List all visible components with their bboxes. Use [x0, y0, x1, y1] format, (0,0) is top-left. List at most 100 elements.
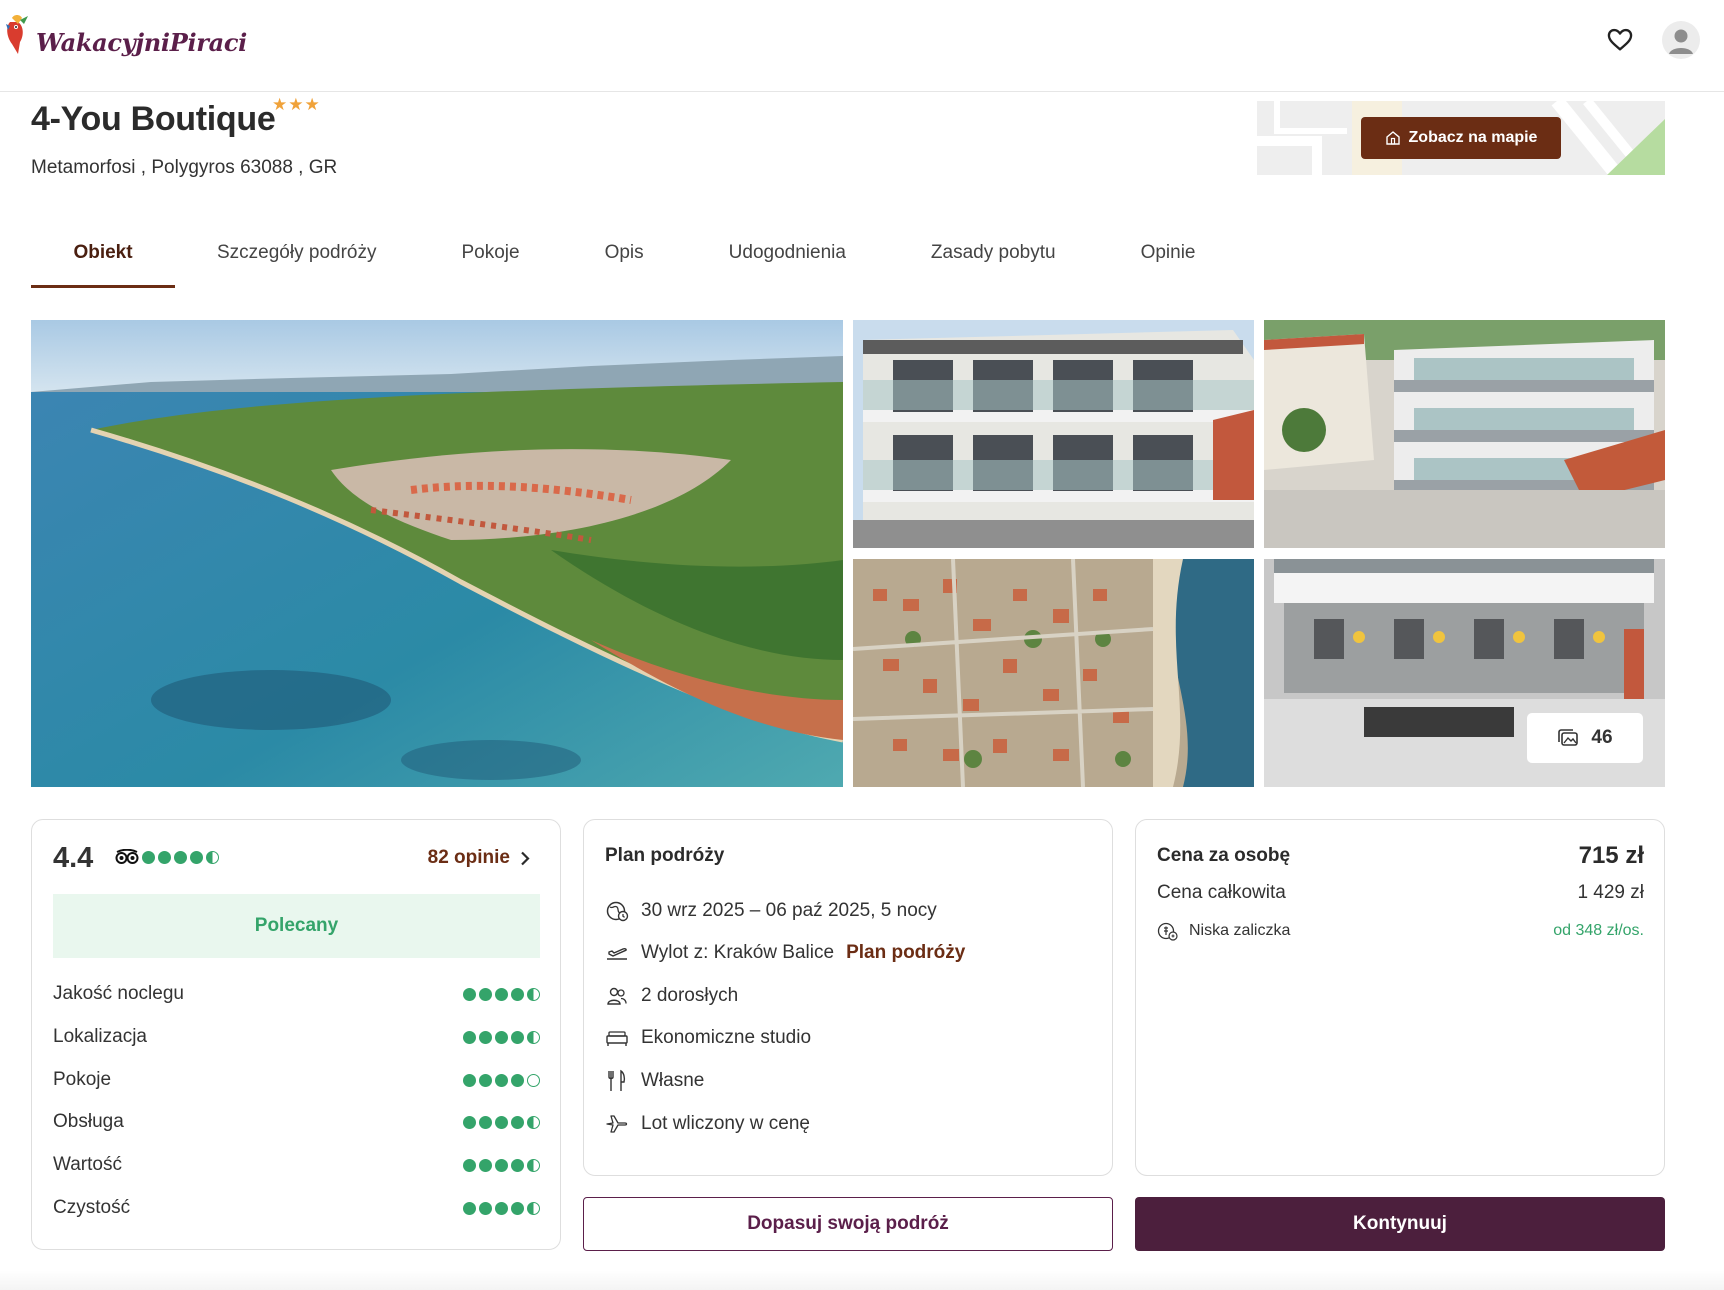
plane-departure-icon: [607, 947, 627, 960]
deposit-row: Niska zaliczka od 348 zł/os.: [1157, 920, 1644, 942]
rating-bubble-full: [174, 851, 187, 864]
deposit-value: od 348 zł/os.: [1553, 922, 1644, 939]
gallery-photo-aerial-town[interactable]: [853, 559, 1254, 787]
sub-rating-bubbles: [463, 1158, 540, 1172]
sub-rating-bubbles: [463, 987, 540, 1001]
cutlery-icon: [608, 1069, 626, 1091]
tab-label: Zasady pobytu: [930, 242, 1056, 263]
page-bottom-shadow: [0, 1270, 1724, 1290]
plan-dates-row: 30 wrz 2025 – 06 paź 2025, 5 nocy: [605, 899, 937, 923]
sub-rating-label: Wartość: [53, 1154, 122, 1175]
sub-rating-row: Czystość: [53, 1197, 540, 1219]
travel-plan-card: Plan podróży 30 wrz 2025 – 06 paź 2025, …: [583, 819, 1113, 1176]
price-total-value: 1 429 zł: [1577, 882, 1644, 903]
rating-bubble-full: [142, 851, 155, 864]
price-per-person-value: 715 zł: [1578, 842, 1644, 869]
price-total-row: Cena całkowita 1 429 zł: [1157, 882, 1644, 904]
chevron-right-icon: [521, 851, 530, 865]
continue-button[interactable]: Kontynuuj: [1135, 1197, 1665, 1251]
plan-board: Własne: [641, 1070, 705, 1091]
sub-rating-row: Lokalizacja: [53, 1026, 540, 1048]
rating-score: 4.4: [53, 842, 94, 874]
tab-label: Opinie: [1140, 242, 1196, 263]
calendar-globe-icon: [606, 901, 629, 922]
parrot-logo-icon: [6, 15, 28, 54]
price-total-label: Cena całkowita: [1157, 882, 1286, 903]
deposit-coin-icon: [1157, 922, 1178, 941]
hotel-address: Metamorfosi , Polygyros 63088 , GR: [31, 157, 338, 178]
tab-opis[interactable]: Opis: [605, 232, 644, 288]
photos-stack-icon: [1558, 729, 1579, 746]
plan-room: Ekonomiczne studio: [641, 1027, 812, 1048]
people-icon: [607, 987, 627, 1005]
sub-rating-row: Pokoje: [53, 1069, 540, 1091]
recommendation-badge: Polecany: [53, 894, 540, 958]
price-per-person-row: Cena za osobę 715 zł: [1157, 842, 1644, 870]
logo-text: WakacyjniPiraci: [36, 27, 247, 57]
plan-room-row: Ekonomiczne studio: [605, 1026, 811, 1050]
hotel-star-rating: ★★★: [272, 95, 321, 114]
sub-rating-bubbles: [463, 1030, 540, 1044]
plan-travelers: 2 dorosłych: [641, 985, 739, 1006]
photo-count-value: 46: [1591, 727, 1613, 748]
tab-opinie[interactable]: Opinie: [1141, 232, 1196, 288]
tab-label: Pokoje: [461, 242, 520, 263]
tab-pokoje[interactable]: Pokoje: [461, 232, 519, 288]
sub-rating-bubbles: [463, 1201, 540, 1215]
sub-rating-bubbles: [463, 1115, 540, 1129]
plan-board-row: Własne: [605, 1069, 704, 1093]
reviews-link[interactable]: 82 opinie: [428, 847, 530, 869]
gallery-photo-facade-balconies[interactable]: [853, 320, 1254, 548]
sub-rating-row: Obsługa: [53, 1111, 540, 1133]
tab-label: Opis: [604, 242, 644, 263]
sub-rating-row: Jakość noclegu: [53, 983, 540, 1005]
show-on-map-button[interactable]: Zobacz na mapie: [1361, 117, 1561, 159]
ratings-card: 4.4 82 opinie Polecany Jakość noclegu Lo…: [31, 819, 561, 1250]
tab-label: Udogodnienia: [728, 242, 846, 263]
plan-flight: Lot wliczony w cenę: [641, 1113, 810, 1134]
plan-trip-link[interactable]: Plan podróży: [846, 942, 965, 964]
map-building-icon: [1385, 131, 1400, 145]
user-avatar-icon[interactable]: [1662, 21, 1700, 59]
gallery-photo-main-aerial-coast[interactable]: [31, 320, 843, 787]
favorites-heart-icon[interactable]: [1606, 26, 1634, 54]
bed-icon: [606, 1031, 628, 1046]
plan-dates: 30 wrz 2025 – 06 paź 2025, 5 nocy: [641, 900, 937, 921]
rating-bubble-full: [158, 851, 171, 864]
sub-rating-label: Jakość noclegu: [53, 983, 184, 1004]
photo-count-button[interactable]: 46: [1526, 712, 1644, 764]
gallery-photo-building-corner[interactable]: [1264, 320, 1665, 548]
sub-rating-bubbles: [463, 1073, 540, 1087]
reviews-count-label: 82 opinie: [427, 847, 510, 868]
plan-travelers-row: 2 dorosłych: [605, 984, 738, 1008]
tab-label: Szczegóły podróży: [217, 242, 377, 263]
price-card: Cena za osobę 715 zł Cena całkowita 1 42…: [1135, 819, 1665, 1176]
tab-obiekt[interactable]: Obiekt: [31, 232, 175, 288]
sub-rating-row: Wartość: [53, 1154, 540, 1176]
tab-szczegoly-podrozy[interactable]: Szczegóły podróży: [217, 232, 376, 288]
rating-bubble-half: [206, 851, 219, 864]
show-on-map-label: Zobacz na mapie: [1408, 129, 1538, 146]
section-tabs: Obiekt Szczegóły podróży Pokoje Opis Udo…: [31, 232, 1195, 288]
plan-flight-row: Lot wliczony w cenę: [605, 1112, 810, 1136]
plan-departure: Wylot z: Kraków Balice: [641, 942, 835, 963]
sub-rating-label: Czystość: [53, 1197, 131, 1218]
tripadvisor-owl-icon: [115, 849, 139, 864]
tab-udogodnienia[interactable]: Udogodnienia: [729, 232, 846, 288]
sub-rating-label: Obsługa: [53, 1111, 124, 1132]
rating-bubble-full: [190, 851, 203, 864]
top-navigation-bar: WakacyjniPiraci: [0, 0, 1724, 92]
plan-departure-row: Wylot z: Kraków Balice Plan podróży: [605, 941, 965, 965]
hotel-name: 4-You Boutique: [31, 100, 276, 138]
customize-trip-button[interactable]: Dopasuj swoją podróż: [583, 1197, 1113, 1251]
tab-label: Obiekt: [73, 242, 133, 263]
sub-rating-label: Pokoje: [53, 1069, 112, 1090]
rating-bubbles: [142, 851, 219, 864]
travel-plan-title: Plan podróży: [605, 845, 725, 866]
deposit-label-group: Niska zaliczka: [1157, 920, 1290, 942]
deposit-label: Niska zaliczka: [1189, 922, 1291, 939]
price-per-person-label: Cena za osobę: [1157, 845, 1291, 866]
site-logo[interactable]: WakacyjniPiraci: [4, 12, 247, 58]
sub-rating-label: Lokalizacja: [53, 1026, 147, 1047]
tab-zasady-pobytu[interactable]: Zasady pobytu: [931, 232, 1056, 288]
